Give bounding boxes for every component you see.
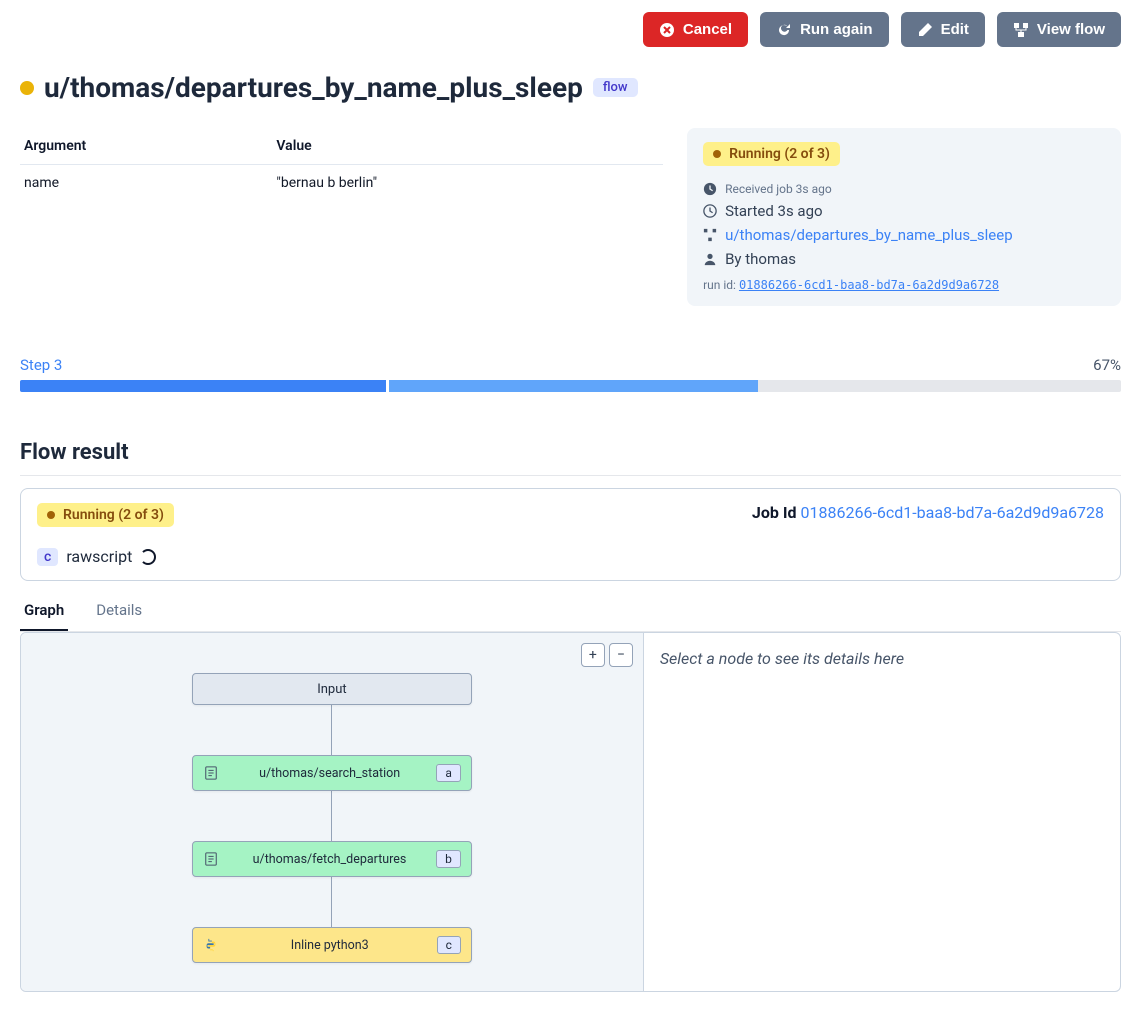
node-input-label: Input [317,682,346,697]
node-letter: b [436,850,461,868]
received-line: Received job 3s ago [703,182,1105,196]
result-status-badge: Running (2 of 3) [37,503,174,527]
status-badge-text: Running (2 of 3) [729,146,830,162]
run-again-button[interactable]: Run again [760,12,889,47]
progress-percent: 67% [1093,356,1121,374]
flow-result-heading: Flow result [20,440,1121,465]
cancel-icon [659,22,675,38]
clock-icon [703,182,717,196]
zoom-out-button[interactable]: − [609,643,633,667]
tabs: Graph Details [20,593,1121,632]
refresh-icon [776,22,792,38]
divider [20,475,1121,476]
flow-path-line: u/thomas/departures_by_name_plus_sleep [703,226,1105,244]
user-icon [703,252,717,266]
running-dot-icon [47,511,55,519]
col-value: Value [272,128,663,165]
page-title: u/thomas/departures_by_name_plus_sleep [44,71,583,104]
cancel-button[interactable]: Cancel [643,12,748,47]
node-letter: a [436,764,461,782]
tab-graph[interactable]: Graph [20,593,68,631]
status-badge: Running (2 of 3) [703,142,840,166]
view-flow-label: View flow [1037,21,1105,38]
edit-button[interactable]: Edit [901,12,985,47]
table-row: name "bernau b berlin" [20,165,663,202]
clock-icon [703,204,717,218]
node-label: u/thomas/search_station [223,766,436,781]
rawscript-text: rawscript [66,547,132,566]
arg-value: "bernau b berlin" [272,165,663,202]
progress-seg-1 [20,380,389,392]
flow-icon [703,228,717,242]
status-panel: Running (2 of 3) Received job 3s ago Sta… [687,128,1121,306]
progress-section: Step 3 67% [20,356,1121,392]
edit-label: Edit [941,21,969,38]
result-box: Running (2 of 3) c rawscript Job Id 0188… [20,488,1121,581]
spinner-icon [140,549,156,565]
node-step-b[interactable]: u/thomas/fetch_departures b [192,841,472,877]
graph-canvas[interactable]: + − Input u/thomas/search_station a u/th… [21,633,643,991]
flow-icon [1013,22,1029,38]
runid-label: run id: [703,278,736,292]
tab-details[interactable]: Details [92,593,146,631]
started-line: Started 3s ago [703,202,1105,220]
flow-badge: flow [593,78,638,97]
arguments-panel: Argument Value name "bernau b berlin" [20,128,663,306]
zoom-controls: + − [581,643,633,667]
node-letter: c [437,936,461,954]
side-hint: Select a node to see its details here [660,649,904,668]
step-letter-badge: c [37,548,58,566]
node-label: u/thomas/fetch_departures [223,852,436,867]
started-text: Started 3s ago [725,202,823,220]
node-step-a[interactable]: u/thomas/search_station a [192,755,472,791]
author-text: By thomas [725,250,796,268]
connector [331,705,332,755]
author-line: By thomas [703,250,1105,268]
arguments-table: Argument Value name "bernau b berlin" [20,128,663,201]
status-dot-icon [20,81,34,95]
flow-path-link[interactable]: u/thomas/departures_by_name_plus_sleep [725,226,1013,244]
jobid-link[interactable]: 01886266-6cd1-baa8-bd7a-6a2d9d9a6728 [801,503,1104,522]
python-icon [203,938,219,952]
arg-name: name [20,165,272,202]
step-label: Step 3 [20,356,62,374]
zoom-in-button[interactable]: + [581,643,605,667]
running-dot-icon [713,150,721,158]
top-actions: Cancel Run again Edit View flow [20,12,1121,47]
runid-row: run id: 01886266-6cd1-baa8-bd7a-6a2d9d9a… [703,278,1105,292]
progress-bar [20,380,1121,392]
graph-panel: + − Input u/thomas/search_station a u/th… [20,632,1121,992]
col-argument: Argument [20,128,272,165]
connector [331,791,332,841]
edit-icon [917,22,933,38]
result-status-text: Running (2 of 3) [63,507,164,523]
jobid-label: Job Id [752,503,797,522]
title-row: u/thomas/departures_by_name_plus_sleep f… [20,71,1121,104]
graph-side-panel: Select a node to see its details here [643,633,1120,991]
run-again-label: Run again [800,21,873,38]
script-icon [203,766,219,780]
script-icon [203,852,219,866]
connector [331,877,332,927]
cancel-label: Cancel [683,21,732,38]
info-row: Argument Value name "bernau b berlin" Ru… [20,128,1121,306]
received-text: Received job 3s ago [725,182,832,196]
view-flow-button[interactable]: View flow [997,12,1121,47]
progress-seg-2 [389,380,758,392]
runid-link[interactable]: 01886266-6cd1-baa8-bd7a-6a2d9d9a6728 [739,278,999,292]
node-label: Inline python3 [223,938,437,953]
node-step-c[interactable]: Inline python3 c [192,927,472,963]
jobid-block: Job Id 01886266-6cd1-baa8-bd7a-6a2d9d9a6… [752,503,1104,522]
rawscript-row: c rawscript [37,547,174,566]
node-input[interactable]: Input [192,673,472,705]
